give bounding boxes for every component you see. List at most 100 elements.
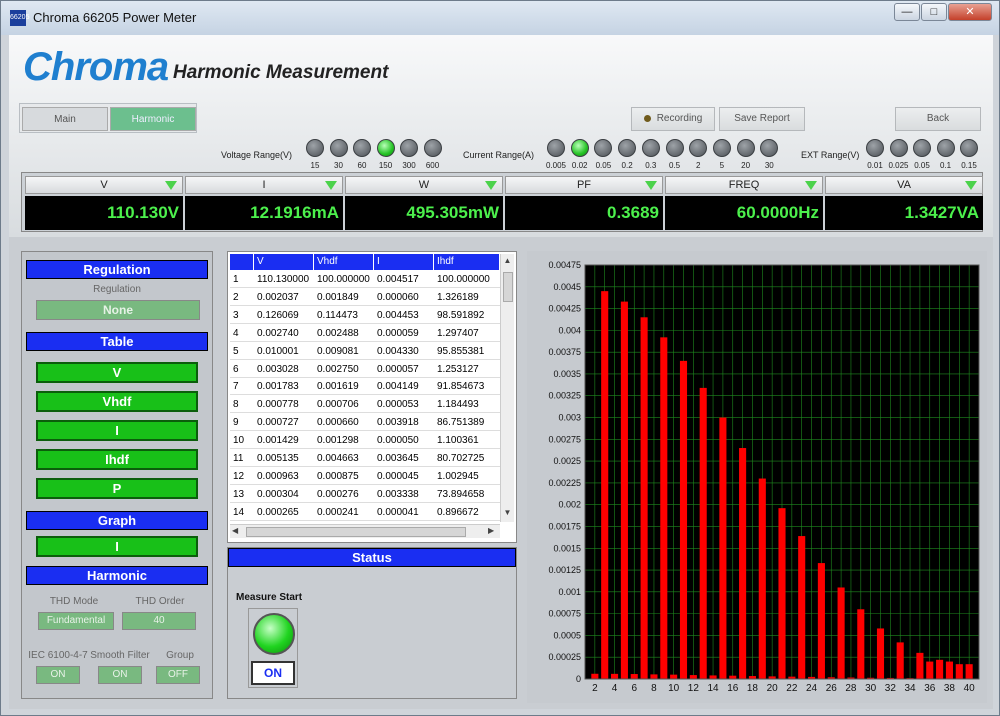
table-row[interactable]: 13 0.000304 0.000276 0.003338 73.894658 — [230, 486, 500, 503]
voltage-range-led-60[interactable] — [353, 139, 371, 157]
table-cell: 0.000050 — [377, 435, 419, 447]
measure-start-button[interactable]: ON — [248, 608, 298, 688]
table-cell: 0.000276 — [317, 488, 359, 500]
table-row[interactable]: 12 0.000963 0.000875 0.000045 1.002945 — [230, 468, 500, 485]
ext-range-led-0.05[interactable] — [913, 139, 931, 157]
page-title: Harmonic Measurement — [173, 62, 389, 83]
scroll-up-icon[interactable]: ▲ — [502, 256, 513, 265]
tab-bar: Main Harmonic — [19, 103, 197, 133]
table-row[interactable]: 1 110.130000 100.000000 0.004517 100.000000 — [230, 271, 500, 288]
table-v-button[interactable]: V — [36, 362, 198, 383]
back-button[interactable]: Back — [895, 107, 981, 131]
table-row[interactable]: 11 0.005135 0.004663 0.003645 80.702725 — [230, 450, 500, 467]
maximize-button[interactable]: □ — [921, 3, 947, 21]
thd-mode-select[interactable]: Fundamental — [38, 612, 114, 630]
table-row[interactable]: 14 0.000265 0.000241 0.000041 0.896672 — [230, 504, 500, 521]
table-ihdf-button[interactable]: Ihdf — [36, 449, 198, 470]
table-cell: 0.001429 — [257, 435, 299, 447]
voltage-range-led-600[interactable] — [423, 139, 442, 157]
current-range-led-0.3[interactable] — [641, 139, 660, 157]
table-row[interactable]: 7 0.001783 0.001619 0.004149 91.854673 — [230, 378, 500, 396]
hscroll-thumb[interactable] — [246, 527, 466, 537]
table-cell: 12 — [233, 470, 245, 482]
table-cell: 1.100361 — [437, 435, 479, 447]
table-row[interactable]: 8 0.000778 0.000706 0.000053 1.184493 — [230, 396, 500, 414]
table-vhdf-button[interactable]: Vhdf — [36, 391, 198, 412]
meter-w-selector[interactable]: W — [345, 176, 503, 194]
voltage-range-led-150[interactable] — [376, 139, 395, 157]
harmonic-bar — [650, 674, 658, 679]
smooth-filter-toggle[interactable]: ON — [98, 666, 142, 684]
scroll-right-icon[interactable]: ▶ — [488, 526, 494, 535]
current-range-led-0.005[interactable] — [547, 139, 565, 157]
current-range-led-20[interactable] — [736, 139, 755, 157]
table-row[interactable]: 3 0.126069 0.114473 0.004453 98.591892 — [230, 307, 500, 324]
dropdown-arrow-icon — [325, 181, 337, 190]
scroll-thumb[interactable] — [503, 272, 513, 302]
table-cell: 1.002945 — [437, 470, 479, 482]
current-range-led-2[interactable] — [689, 139, 708, 157]
thd-order-label: THD Order — [135, 596, 185, 607]
minimize-button[interactable]: — — [894, 3, 920, 21]
meter-va-selector[interactable]: VA — [825, 176, 983, 194]
current-range-led-0.5[interactable] — [665, 139, 684, 157]
status-panel: Status Measure Start ON — [227, 547, 517, 699]
current-range-led-30[interactable] — [760, 139, 779, 157]
table-i-button[interactable]: I — [36, 420, 198, 441]
table-row[interactable]: 6 0.003028 0.002750 0.000057 1.253127 — [230, 361, 500, 378]
x-tick-label: 14 — [707, 683, 719, 694]
table-row[interactable]: 2 0.002037 0.001849 0.000060 1.326189 — [230, 289, 500, 306]
current-range-led-5[interactable] — [712, 139, 731, 157]
ext-range-led-0.025[interactable] — [889, 139, 908, 157]
vertical-scrollbar[interactable]: ▲ ▼ — [500, 254, 514, 522]
voltage-range-led-300[interactable] — [400, 139, 418, 157]
tab-harmonic[interactable]: Harmonic — [110, 107, 196, 131]
table-cell: 0.000778 — [257, 399, 299, 411]
x-tick-label: 40 — [964, 683, 976, 694]
current-range-led-0.02[interactable] — [570, 139, 589, 157]
group-toggle[interactable]: OFF — [156, 666, 200, 684]
measure-start-value: ON — [251, 661, 295, 685]
meter-i-selector[interactable]: I — [185, 176, 343, 194]
meter-v-label: V — [100, 179, 108, 191]
ext-range-led-0.1[interactable] — [936, 139, 955, 157]
table-cell: 0.000875 — [317, 470, 359, 482]
table-p-button[interactable]: P — [36, 478, 198, 499]
meter-row: V 110.130V I 12.1916mA W 495.305mW PF 0.3689… — [21, 172, 983, 232]
regulation-select[interactable]: None — [36, 300, 200, 320]
recording-button[interactable]: Recording — [631, 107, 715, 131]
meter-va-label: VA — [897, 179, 911, 191]
table-row[interactable]: 5 0.010001 0.009081 0.004330 95.855381 — [230, 343, 500, 360]
horizontal-scrollbar[interactable]: ◀ ▶ — [230, 524, 500, 538]
tab-main[interactable]: Main — [22, 107, 108, 131]
ext-range-led-0.01[interactable] — [866, 139, 884, 157]
graph-header: Graph — [26, 511, 208, 530]
harmonic-bar — [817, 563, 825, 679]
current-range-led-0.05[interactable] — [594, 139, 613, 157]
y-tick-label: 0.0045 — [553, 282, 581, 292]
current-range-led-0.2[interactable] — [618, 139, 637, 157]
table-cell: 10 — [233, 435, 245, 447]
harmonic-table: V Vhdf I Ihdf 1 110.130000 100.000000 0.004517… — [227, 251, 517, 543]
close-button[interactable]: ✕ — [948, 3, 992, 21]
meter-w-value: 495.305mW — [345, 196, 503, 230]
voltage-range-led-30[interactable] — [329, 139, 348, 157]
table-cell: 9 — [233, 417, 239, 429]
table-cell: 0.003338 — [377, 488, 419, 500]
y-tick-label: 0.00275 — [548, 434, 581, 444]
ext-range-led-0.15[interactable] — [960, 139, 978, 157]
save-report-button[interactable]: Save Report — [719, 107, 805, 131]
iec-toggle[interactable]: ON — [36, 666, 80, 684]
meter-v-selector[interactable]: V — [25, 176, 183, 194]
meter-pf-selector[interactable]: PF — [505, 176, 663, 194]
regulation-label: Regulation — [93, 284, 141, 295]
table-row[interactable]: 10 0.001429 0.001298 0.000050 1.100361 — [230, 432, 500, 450]
voltage-range-led-15[interactable] — [306, 139, 324, 157]
scroll-down-icon[interactable]: ▼ — [502, 508, 513, 517]
meter-freq-selector[interactable]: FREQ — [665, 176, 823, 194]
graph-i-button[interactable]: I — [36, 536, 198, 557]
scroll-left-icon[interactable]: ◀ — [232, 526, 238, 535]
table-row[interactable]: 9 0.000727 0.000660 0.003918 86.751389 — [230, 414, 500, 432]
thd-order-input[interactable]: 40 — [122, 612, 196, 630]
table-row[interactable]: 4 0.002740 0.002488 0.000059 1.297407 — [230, 325, 500, 342]
